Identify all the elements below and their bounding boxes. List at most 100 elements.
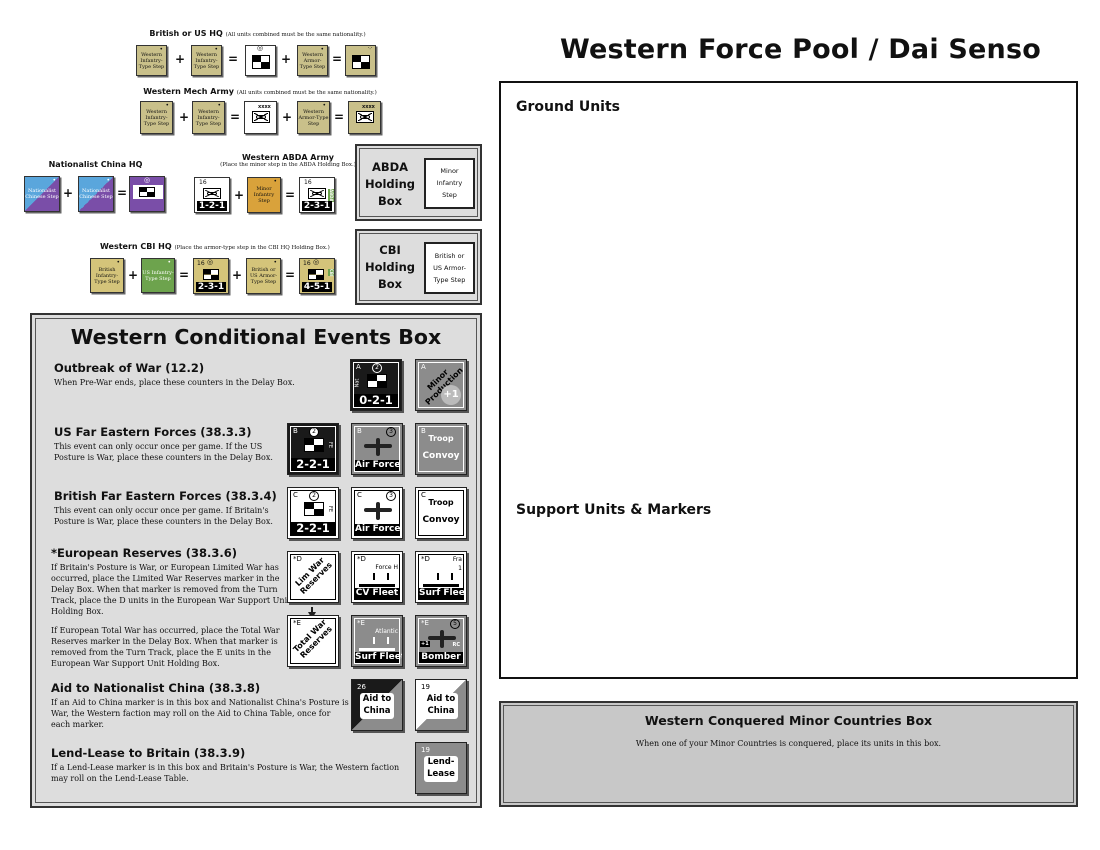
chit-corner: 19 [421,683,430,691]
nationalist-chinese-step-counter[interactable]: • Nationalist Chinese Step [78,176,114,212]
chit-line: Lease [427,769,455,779]
bomber-icon [428,630,456,648]
chit-tag: FE [326,505,333,513]
us-air-force-chit[interactable]: B 3 Air Force [351,423,403,475]
aid-to-china-chit-19[interactable]: 19 Aid to China [415,679,467,731]
event-body-aid-china: If an Aid to China marker is in this box… [51,697,351,730]
mech-army-armor-counter[interactable]: xxxx [348,101,381,134]
total-war-reserves-chit[interactable]: *E Total War Reserves [287,615,339,667]
us-fe-unit-chit[interactable]: B 2 FE 2-2-1 [287,423,339,475]
event-body-european-reserves-1: If Britain's Posture is War, or European… [51,562,301,617]
body-line: This event can only occur once per game.… [54,506,269,515]
circle-icon: ◎ [313,258,320,266]
label-line: Box [377,277,403,291]
counter-label: Western Infantry-Type Step [138,51,165,70]
abda-army-unit-counter[interactable]: 16 ABDA 2-3-1 [299,177,335,213]
western-infantry-step-counter[interactable]: • Western Infantry-Type Step [191,45,222,76]
chit-tag: FE [326,441,333,449]
army-size-icon: xxxx [258,104,271,110]
label-line: CBI [379,243,401,257]
unit-top-number: 16 [197,260,205,267]
chit-corner: A [356,363,361,371]
bomber-chit[interactable]: *E 5 +1 RC Bomber [415,615,467,667]
body-line: War, the Western faction may roll on the… [51,709,331,718]
nationalist-china-hq-counter[interactable]: ◎ [129,176,165,212]
western-infantry-step-counter[interactable]: • Western Infantry-Type Step [136,45,167,76]
minor-infantry-step-counter[interactable]: • Minor Infantry Step [247,177,281,213]
event-heading-us-far-east: US Far Eastern Forces (38.3.3) [54,425,252,439]
abda-holding-box[interactable]: ABDA Holding Box Minor Infantry Step [355,144,482,221]
armor-symbol-icon [252,111,270,123]
combo-note: (Place the armor-type step in the CBI HQ… [174,245,330,251]
infantry-symbol-icon [203,188,221,199]
event-heading-aid-china: Aid to Nationalist China (38.3.8) [51,681,261,695]
british-air-force-chit[interactable]: C 3 Air Force [351,487,403,539]
body-line: removed from the Turn Track, place the E… [51,648,271,657]
chit-corner: 19 [421,746,430,754]
western-armor-step-counter[interactable]: • Western Armor-Type Step [297,45,328,76]
body-line: If European Total War has occurred, plac… [51,626,280,635]
equals-sign: = [178,268,190,282]
side-label: ABDA [328,189,334,202]
surf-fleet-atlantic-chit[interactable]: *E Atlantic Surf Fleet [351,615,403,667]
cv-fleet-chit[interactable]: *D Force H CV Fleet [351,551,403,603]
chit-circle: 2 [309,491,319,501]
cbi-hq-armor-counter[interactable]: 16 ◎ CBI 4-5-1 [299,258,335,294]
combo-title-text: Western CBI HQ [100,242,172,251]
chit-value: Air Force [355,524,401,535]
chit-line: China [427,706,455,716]
counter-label: Western Armor-Type Step [299,51,326,70]
dot-icon: • [106,177,110,184]
plus-sign: + [127,268,139,282]
army-size-icon: xxxx [362,104,375,110]
force-pool-box[interactable]: Ground Units Support Units & Markers [499,81,1078,679]
british-troop-convoy-chit[interactable]: C Troop Convoy [415,487,467,539]
counter-label: Western Infantry-Type Step [193,51,220,70]
chit-label-panel: Aid to China [424,693,458,719]
chit-corner: *E [421,619,429,627]
cbi-armor-step-slot[interactable]: British or US Armor- Type Step [424,242,475,294]
surf-fleet-fra-chit[interactable]: *D Fra 1 Surf Fleet [415,551,467,603]
body-line: occurred, place the Limited War Reserves… [51,574,280,583]
british-fe-unit-chit[interactable]: C 2 FE 2-2-1 [287,487,339,539]
chit-value: CV Fleet [355,588,399,599]
hq-armor-unit-counter[interactable]: ⁘ [345,45,376,76]
minor-production-chit[interactable]: A Minor Production +1 [415,359,467,411]
unit-strength: 4-5-1 [302,282,332,292]
aid-to-china-chit-26[interactable]: 26 Aid to China [351,679,403,731]
us-infantry-step-counter[interactable]: • US Infantry-Type Step [141,258,175,293]
hq-unit-counter[interactable]: ◎ [245,45,276,76]
chit-top-text: Troop [428,498,454,507]
abda-minor-step-slot[interactable]: Minor Infantry Step [424,158,475,209]
cbi-hq-unit-counter[interactable]: 16 ◎ 2-3-1 [193,258,229,294]
body-line: Holding Box. [51,607,104,616]
chit-top-text: Troop [428,434,454,443]
western-infantry-step-counter[interactable]: • Western Infantry-Type Step [192,101,225,134]
british-us-armor-step-counter[interactable]: • British or US Armor-Type Step [246,258,281,294]
western-armor-step-counter[interactable]: • Western Armor-Type Step [297,101,330,134]
nat-unit-chit[interactable]: A 2 Nat 0-2-1 [350,359,402,411]
conditional-events-box[interactable]: Western Conditional Events Box Outbreak … [30,313,482,808]
hq-flag-icon [352,55,370,69]
conquered-minor-countries-box[interactable]: Western Conquered Minor Countries Box Wh… [499,701,1078,807]
us-troop-convoy-chit[interactable]: B Troop Convoy [415,423,467,475]
lend-lease-chit[interactable]: 19 Lend- Lease [415,742,467,794]
chit-side-label: Nat [354,378,361,388]
plus-sign: + [281,110,293,124]
counter-label: British or US Armor-Type Step [249,267,278,285]
box-inner-border [35,318,477,803]
british-infantry-step-counter[interactable]: • British Infantry-Type Step [90,258,124,293]
plus-sign: + [174,52,186,66]
lim-war-reserves-chit[interactable]: *D Lim War Reserves [287,551,339,603]
chit-name: Force H [375,564,398,571]
chit-name: Atlantic [375,628,398,635]
abda-infantry-unit-counter[interactable]: 16 1-2-1 [194,177,230,213]
chit-corner: C [357,491,362,499]
nationalist-chinese-step-counter[interactable]: • Nationalist Chinese Step [24,176,60,212]
chit-value: Bomber [419,652,463,663]
western-infantry-step-counter[interactable]: • Western Infantry-Type Step [140,101,173,134]
chit-label-panel: Lend- Lease [424,756,458,782]
circle-icon: ◎ [207,258,214,266]
mech-army-unit-counter[interactable]: xxxx [244,101,277,134]
cbi-holding-box[interactable]: CBI Holding Box British or US Armor- Typ… [355,229,482,305]
